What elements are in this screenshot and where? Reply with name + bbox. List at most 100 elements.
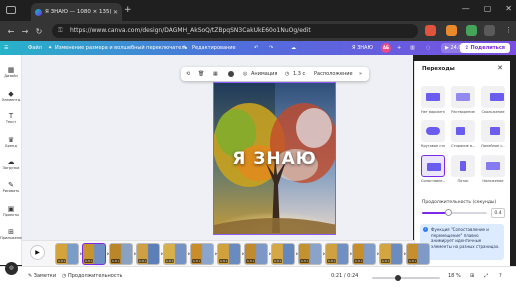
timeline-clip[interactable]: 1.3 с [136,243,160,265]
zoom-value[interactable]: 18 % [448,273,461,279]
maximize-button[interactable]: ▢ [484,4,492,13]
sidebar-item-uploads[interactable]: ☁ Загрузки [0,158,22,170]
transition-item[interactable]: Стирание в... [451,120,475,148]
animation-button[interactable]: Анимация [251,67,277,81]
position-button[interactable]: Расположение [314,67,353,81]
duration-toggle[interactable]: ◷ Продолжительность [62,273,122,279]
duration-toggle-label: Продолжительность [67,273,123,279]
timeline-clip[interactable]: 1.3 с [325,243,349,265]
zoom-slider[interactable] [372,275,440,281]
canva-favicon-icon [35,8,42,16]
draw-icon: ✎ [8,181,14,189]
timeline-clip[interactable]: 1.3 с [271,243,295,265]
undo-icon[interactable]: ↶ [254,41,258,55]
add-collaborator-icon[interactable]: + [397,41,401,55]
reload-icon[interactable]: ↻ [32,27,46,36]
sidebar-item-draw[interactable]: ✎ Рисовать [0,181,22,193]
menu-icon[interactable]: ⋮ [503,25,514,36]
timeline-clip[interactable]: 1.3 с [163,243,187,265]
transition-item[interactable]: Скольжение [481,86,505,114]
window-controls: — ▢ ✕ [462,4,512,13]
tab-close-icon[interactable]: ✕ [113,9,118,16]
sidebar-item-label: Рисовать [2,189,20,193]
timing-button[interactable]: 1.3 с [293,67,305,81]
timeline-clip[interactable]: 1.3 с [190,243,214,265]
redo-icon[interactable]: ↷ [269,41,273,55]
sidebar-item-brand[interactable]: ♛ Бренд [0,136,22,148]
tab-list-icon[interactable] [6,6,16,14]
timeline-clip[interactable]: 1.3 с [298,243,322,265]
transition-item[interactable]: Растворение [451,86,475,114]
duration-slider-handle[interactable] [445,209,452,216]
canva-assistant-icon[interactable]: ◎ [5,262,18,275]
timeline-clip[interactable]: 1.3 с [379,243,403,265]
back-icon[interactable]: ← [4,27,18,36]
transition-item[interactable]: Линейное с... [481,120,505,148]
close-icon[interactable]: ✕ [497,64,503,72]
cloud-save-icon[interactable]: ☁ [291,41,296,55]
transition-label: Поток [457,179,469,183]
transition-label: Сопоставле... [421,179,445,183]
transition-item-selected[interactable]: Сопоставле... [421,155,445,183]
transition-item[interactable]: Круговое стирание [421,120,445,148]
design-headline[interactable]: Я ЗНАЮ [214,149,335,169]
extension-icon[interactable] [425,25,436,36]
design-page[interactable]: Я ЗНАЮ [213,82,336,235]
share-button[interactable]: ⇪ Поделиться [459,43,510,53]
clip-duration: 1.3 с [273,259,283,263]
clip-duration: 1.3 с [84,259,94,263]
color-picker[interactable] [228,71,234,77]
editing-mode-button[interactable]: Редактирование [192,41,236,55]
replace-icon[interactable]: ⟲ [186,67,190,81]
sidebar-item-design[interactable]: ▦ Дизайн [0,66,22,78]
forward-icon[interactable]: → [18,27,32,36]
timeline-clip[interactable]: 1.3 с [244,243,268,265]
transition-label: Растворение [451,110,475,114]
duration-slider[interactable] [422,209,487,216]
design-title[interactable]: Я ЗНАЮ [352,41,373,55]
timeline-clip[interactable]: 1.3 с [55,243,79,265]
brand-icon: ♛ [7,136,15,144]
stats-icon[interactable]: ▥ [410,41,415,55]
sidebar-item-label: Проекты [2,213,20,217]
resize-button[interactable]: Изменение размера и волшебный переключат… [55,41,187,55]
sidebar-item-elements[interactable]: ◆ Элементы [0,90,22,102]
close-window-button[interactable]: ✕ [505,4,512,13]
delete-icon[interactable]: 🗑 [198,67,204,81]
file-menu[interactable]: Файл [28,41,42,55]
pages-grid-icon[interactable]: ⊞ [470,273,474,279]
browser-tab[interactable]: Я ЗНАЮ — 1080 × 135( ✕ [31,3,122,21]
extension-icon[interactable] [446,25,457,36]
timeline-clip[interactable]: 1.3 с [82,243,106,265]
transition-item[interactable]: Наложение [481,155,505,183]
fullscreen-icon[interactable]: ⤢ [484,273,488,279]
sidebar-item-apps[interactable]: ⊞ Приложения [0,228,22,240]
grid-icon[interactable]: ▦ [213,67,218,81]
timeline-clip[interactable]: 1.3 с [406,243,430,265]
new-tab-button[interactable]: + [124,5,132,15]
more-button[interactable]: » [359,67,362,81]
notes-button[interactable]: ✎ Заметки [28,273,56,279]
minimize-button[interactable]: — [462,4,470,13]
transition-item[interactable]: Поток [451,155,475,183]
editor-header: ☰ Файл ✦ Изменение размера и волшебный п… [0,41,516,55]
transition-label: Линейное с... [481,144,505,148]
extension-icon[interactable] [466,25,477,36]
timeline-clip[interactable]: 1.3 с [352,243,376,265]
url-field[interactable]: ⚿ https://www.canva.com/design/DAGMH_AkS… [52,24,418,38]
avatar[interactable]: АБ [381,43,391,53]
duration-input[interactable]: 0.4 [491,208,505,218]
zoom-slider-handle[interactable] [394,275,401,281]
play-button[interactable]: ▶ [30,245,45,260]
timeline-clip[interactable]: 1.3 с [217,243,241,265]
comment-icon[interactable]: ◌ [426,41,430,55]
help-icon[interactable]: ? [499,273,502,279]
clip-duration: 1.3 с [354,259,364,263]
sidebar-item-text[interactable]: T Текст [0,112,22,124]
transition-item[interactable]: Нет варианта [421,86,445,114]
sidebar-item-projects[interactable]: ▣ Проекты [0,205,22,217]
transition-label: Круговое стирание [421,144,445,148]
extension-icon[interactable] [484,25,495,36]
menu-icon[interactable]: ☰ [4,41,8,55]
timeline-clip[interactable]: 1.3 с [109,243,133,265]
